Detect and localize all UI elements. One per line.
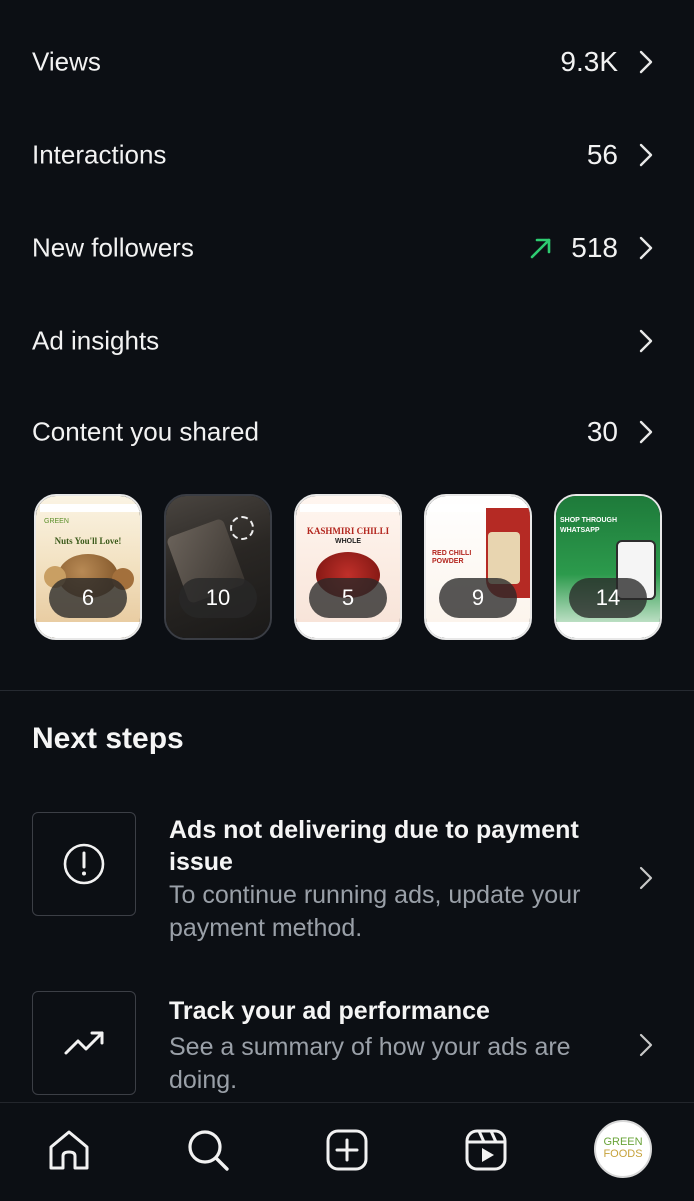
new-followers-value: 518 [571,232,618,263]
views-row[interactable]: Views 9.3K [0,27,694,97]
chevron-right-icon [639,866,653,890]
thumbnail-caption: SHOP THROUGH WHATSAPP [560,517,618,534]
chevron-right-icon [639,420,653,444]
step-icon-box [32,812,136,916]
search-icon[interactable] [185,1127,231,1173]
trend-up-arrow-icon [530,238,551,259]
share-count-badge: 9 [439,578,517,618]
content-shared-value: 30 [586,416,618,447]
content-thumbnail[interactable]: 10 [164,494,272,640]
views-label: Views [32,46,101,77]
ad-insights-row[interactable]: Ad insights [0,306,694,376]
thumbnail-caption: RED CHILLI POWDER [432,550,472,565]
create-icon[interactable] [324,1127,370,1173]
next-steps-title: Next steps [32,722,184,755]
share-count-badge: 10 [179,578,257,618]
step-title: Ads not delivering due to payment issue [169,816,579,876]
profile-avatar[interactable]: GREEN FOODS [594,1120,652,1178]
loading-spinner-icon [230,516,254,540]
alert-circle-icon [63,843,105,885]
chevron-right-icon [639,143,653,167]
interactions-row[interactable]: Interactions 56 [0,120,694,190]
content-thumbnail[interactable]: SHOP THROUGH WHATSAPP 14 [554,494,662,640]
interactions-value: 56 [586,139,618,170]
avatar-text-line1: GREEN [603,1136,643,1148]
share-count-badge: 5 [309,578,387,618]
next-step-track-performance[interactable]: Track your ad performance See a summary … [0,991,694,1099]
home-icon[interactable] [46,1127,92,1173]
chevron-right-icon [639,236,653,260]
thumbnail-caption: KASHMIRI CHILLI [306,526,390,536]
step-title: Track your ad performance [169,997,490,1025]
views-value: 9.3K [560,46,618,77]
thumbnail-caption-sub: WHOLE [334,538,362,545]
chevron-right-icon [639,329,653,353]
content-thumbnail[interactable]: RED CHILLI POWDER 9 [424,494,532,640]
trending-up-icon [64,1031,104,1055]
step-icon-box [32,991,136,1095]
new-followers-label: New followers [32,232,194,263]
interactions-label: Interactions [32,139,167,170]
share-count-badge: 6 [49,578,127,618]
step-description: See a summary of how your ads are doing. [169,1033,571,1094]
shared-content-strip: GREEN Nuts You'll Love! 6 10 KASHMIRI CH… [34,494,664,642]
thumbnail-caption: Nuts You'll Love! [54,536,122,546]
share-count-badge: 14 [569,578,647,618]
content-thumbnail[interactable]: KASHMIRI CHILLI WHOLE 5 [294,494,402,640]
bottom-nav-bar: GREEN FOODS [0,1102,694,1201]
step-description: To continue running ads, update your pay… [169,881,581,942]
chevron-right-icon [639,50,653,74]
ad-insights-label: Ad insights [32,325,160,356]
section-divider [0,690,694,691]
new-followers-row[interactable]: New followers 518 [0,213,694,283]
reels-icon[interactable] [463,1127,509,1173]
content-thumbnail[interactable]: GREEN Nuts You'll Love! 6 [34,494,142,640]
next-step-payment-issue[interactable]: Ads not delivering due to payment issue … [0,812,694,944]
content-shared-label: Content you shared [32,416,259,447]
avatar-text-line2: FOODS [603,1148,643,1160]
content-shared-row[interactable]: Content you shared 30 [0,397,694,467]
chevron-right-icon [639,1033,653,1057]
